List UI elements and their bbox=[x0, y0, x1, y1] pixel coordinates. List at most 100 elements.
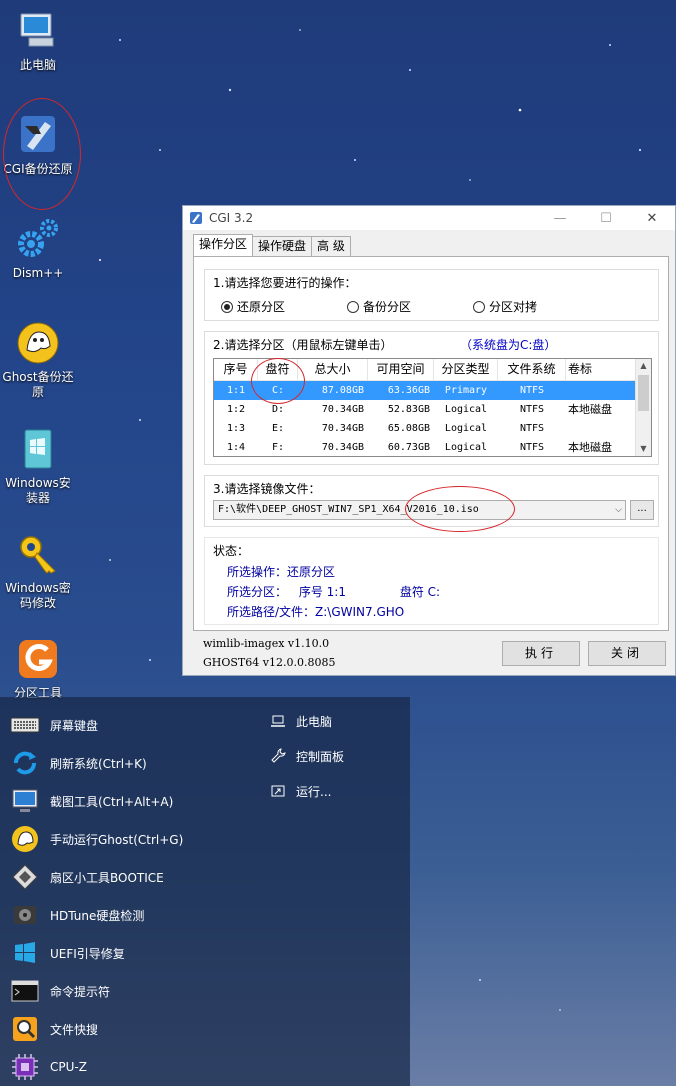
cell-fs: NTFS bbox=[519, 442, 545, 453]
cell-total: 70.34GB bbox=[321, 404, 364, 415]
maximize-icon[interactable]: ☐ bbox=[583, 206, 629, 230]
tab-partition[interactable]: 操作分区 bbox=[193, 234, 254, 256]
ghost-version: GHOST64 v12.0.0.8085 bbox=[203, 656, 336, 669]
status-partition-label: 所选分区： bbox=[227, 585, 288, 599]
cell-index: 1:2 bbox=[226, 404, 246, 415]
close-icon[interactable]: ✕ bbox=[629, 206, 675, 230]
partition-tool-icon bbox=[19, 640, 57, 678]
column-header[interactable]: 卷标 bbox=[566, 359, 636, 380]
menu-item-hdtune[interactable]: HDTune硬盘检测 bbox=[10, 898, 144, 932]
menu-item-run[interactable]: 运行... bbox=[270, 781, 331, 801]
menu-item-screenshot[interactable]: 截图工具(Ctrl+Alt+A) bbox=[10, 784, 173, 818]
tab-disk[interactable]: 操作硬盘 bbox=[252, 236, 313, 256]
column-header[interactable]: 总大小 bbox=[298, 359, 368, 380]
cell-drive: D: bbox=[271, 404, 285, 415]
partition-group: 2.请选择分区（用鼠标左键单击） （系统盘为C:盘） 序号 盘符 总大小 可用空… bbox=[204, 331, 659, 465]
table-row[interactable]: 1:2 D: 70.34GB 52.83GB Logical NTFS 本地磁盘 bbox=[214, 400, 651, 419]
radio-dot bbox=[473, 300, 486, 313]
menu-item-bootice[interactable]: 扇区小工具BOOTICE bbox=[10, 860, 164, 894]
desktop-icon-win-password[interactable]: Windows密码修改 bbox=[0, 531, 76, 611]
section-title: 1.请选择您要进行的操作： bbox=[213, 276, 357, 290]
radio-dot bbox=[221, 300, 233, 313]
menu-item-keyboard[interactable]: 屏幕键盘 bbox=[10, 708, 98, 742]
menu-item-cpuz[interactable]: CPU-Z bbox=[10, 1050, 87, 1084]
cell-total: 87.08GB bbox=[321, 385, 364, 396]
radio-backup[interactable]: 备份分区 bbox=[347, 298, 411, 315]
status-operation: 所选操作：还原分区 bbox=[227, 565, 336, 579]
section-title: 状态： bbox=[213, 544, 250, 558]
operation-radio-group: 还原分区 备份分区 分区对拷 bbox=[221, 298, 599, 315]
desktop-icon-label: 此电脑 bbox=[19, 58, 56, 72]
status-partition: 所选分区： 序号 1:1 盘符 C: bbox=[227, 582, 440, 602]
terminal-icon bbox=[11, 980, 39, 1002]
scroll-down-icon[interactable]: ▼ bbox=[636, 442, 651, 456]
desktop-icon-cgi[interactable]: CGI备份还原 bbox=[0, 112, 76, 177]
radio-copy[interactable]: 分区对拷 bbox=[473, 298, 537, 315]
desktop-icon-this-pc[interactable]: 此电脑 bbox=[0, 8, 76, 73]
wimlib-version: wimlib-imagex v1.10.0 bbox=[203, 637, 330, 650]
cell-fs: NTFS bbox=[519, 385, 545, 396]
cell-type: Logical bbox=[444, 423, 488, 434]
column-header[interactable]: 分区类型 bbox=[434, 359, 498, 380]
image-file-select[interactable]: F:\软件\DEEP_GHOST_WIN7_SP1_X64_V2016_10.i… bbox=[213, 500, 626, 520]
column-header[interactable]: 文件系统 bbox=[498, 359, 566, 380]
desktop-icon-label: Windows密码修改 bbox=[5, 581, 71, 610]
gear-icon bbox=[18, 219, 58, 257]
browse-button[interactable]: ... bbox=[630, 500, 654, 520]
desktop-icon-dism[interactable]: Dism++ bbox=[0, 216, 76, 281]
menu-item-search[interactable]: 文件快搜 bbox=[10, 1012, 98, 1046]
computer-icon bbox=[20, 13, 54, 47]
radio-dot bbox=[347, 300, 360, 313]
scroll-up-icon[interactable]: ▲ bbox=[636, 359, 651, 373]
radio-restore[interactable]: 还原分区 bbox=[221, 298, 285, 315]
desktop-icon-win-installer[interactable]: Windows安装器 bbox=[0, 426, 76, 506]
table-scrollbar[interactable]: ▲ ▼ bbox=[635, 359, 651, 456]
table-row[interactable]: 1:1 C: 87.08GB 63.36GB Primary NTFS bbox=[214, 381, 651, 400]
desktop-icon-partition-tool[interactable]: 分区工具 bbox=[0, 636, 76, 701]
app-icon bbox=[190, 212, 202, 224]
tab-bar: 操作分区 操作硬盘 高 级 bbox=[193, 234, 351, 256]
menu-item-ghost[interactable]: 手动运行Ghost(Ctrl+G) bbox=[10, 822, 183, 856]
menu-item-refresh[interactable]: 刷新系统(Ctrl+K) bbox=[10, 746, 147, 780]
cpu-icon bbox=[12, 1054, 38, 1080]
title-bar[interactable]: CGI 3.2 — ☐ ✕ bbox=[183, 206, 675, 230]
menu-item-cmd[interactable]: 命令提示符 bbox=[10, 974, 110, 1008]
laptop-icon bbox=[271, 715, 285, 727]
radio-label: 备份分区 bbox=[363, 300, 412, 314]
column-header[interactable]: 盘符 bbox=[258, 359, 298, 380]
menu-item-this-pc[interactable]: 此电脑 bbox=[270, 711, 332, 731]
system-disk-note: （系统盘为C:盘） bbox=[460, 338, 557, 352]
keyboard-icon bbox=[10, 717, 40, 733]
menu-item-label: 屏幕键盘 bbox=[50, 718, 99, 733]
menu-item-label: HDTune硬盘检测 bbox=[50, 908, 145, 923]
hdtune-icon bbox=[14, 906, 36, 924]
status-partition-index: 序号 1:1 bbox=[298, 585, 346, 599]
tab-advanced[interactable]: 高 级 bbox=[311, 236, 351, 256]
cell-free: 52.83GB bbox=[387, 404, 430, 415]
execute-button[interactable]: 执行 bbox=[502, 641, 580, 666]
close-button[interactable]: 关闭 bbox=[588, 641, 666, 666]
desktop-icon-ghost[interactable]: Ghost备份还原 bbox=[0, 320, 76, 400]
chevron-down-icon[interactable]: ⌵ bbox=[615, 501, 622, 519]
image-file-group: 3.请选择镜像文件： F:\软件\DEEP_GHOST_WIN7_SP1_X64… bbox=[204, 475, 659, 532]
menu-item-uefi[interactable]: UEFI引导修复 bbox=[10, 936, 125, 970]
table-header: 序号 盘符 总大小 可用空间 分区类型 文件系统 卷标 bbox=[214, 359, 651, 381]
table-row[interactable]: 1:3 E: 70.34GB 65.08GB Logical NTFS bbox=[214, 419, 651, 438]
column-header[interactable]: 可用空间 bbox=[368, 359, 434, 380]
cell-drive: C: bbox=[271, 385, 285, 396]
minimize-icon[interactable]: — bbox=[537, 206, 583, 230]
menu-item-label: 刷新系统(Ctrl+K) bbox=[50, 756, 147, 771]
cell-fs: NTFS bbox=[519, 423, 545, 434]
menu-item-label: UEFI引导修复 bbox=[50, 946, 125, 961]
cell-volume bbox=[566, 419, 636, 438]
cell-total: 70.34GB bbox=[321, 423, 364, 434]
table-row[interactable]: 1:4 F: 70.34GB 60.73GB Logical NTFS 本地磁盘 bbox=[214, 438, 651, 456]
scroll-thumb[interactable] bbox=[638, 375, 649, 411]
cell-type: Primary bbox=[444, 385, 488, 396]
ghost-icon bbox=[17, 322, 59, 364]
menu-item-control-panel[interactable]: 控制面板 bbox=[270, 746, 344, 766]
key-icon bbox=[20, 536, 56, 574]
cell-total: 70.34GB bbox=[321, 442, 364, 453]
start-menu: 屏幕键盘 刷新系统(Ctrl+K) 截图工具(Ctrl+Alt+A) 手动运行G… bbox=[0, 697, 410, 1086]
column-header[interactable]: 序号 bbox=[214, 359, 258, 380]
